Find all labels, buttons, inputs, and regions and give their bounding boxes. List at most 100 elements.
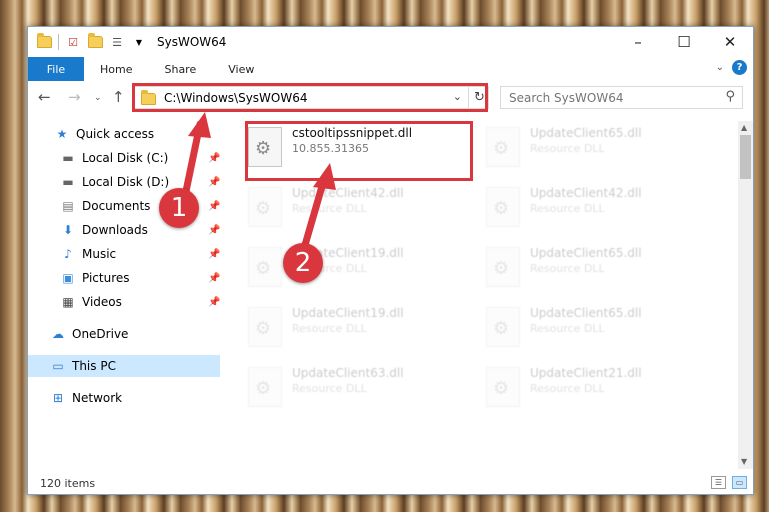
file-info: UpdateClient63.dll Resource DLL bbox=[292, 365, 404, 397]
vertical-scrollbar[interactable]: ▲ ▼ bbox=[738, 121, 753, 469]
file-type: Resource DLL bbox=[292, 382, 367, 395]
sidebar-item-label: This PC bbox=[72, 359, 116, 373]
help-icon[interactable]: ? bbox=[732, 60, 747, 75]
file-tile[interactable]: UpdateClient19.dll Resource DLL bbox=[248, 303, 478, 353]
sidebar-item-label: Network bbox=[72, 391, 123, 405]
file-type: Resource DLL bbox=[530, 262, 605, 275]
dll-file-icon bbox=[486, 127, 520, 167]
title-bar: ☑ ☰ ▼ SysWOW64 – ☐ ✕ bbox=[28, 27, 753, 57]
scroll-down-icon[interactable]: ▼ bbox=[741, 457, 747, 466]
minimize-button[interactable]: – bbox=[615, 27, 661, 57]
network-icon: ⊞ bbox=[52, 391, 64, 405]
chevron-down-icon[interactable]: ▼ bbox=[131, 34, 147, 50]
sidebar-item-label: Documents bbox=[82, 199, 151, 213]
close-button[interactable]: ✕ bbox=[707, 27, 753, 57]
sidebar-item-local-disk-d[interactable]: ▬ Local Disk (D:) 📌 bbox=[28, 171, 220, 193]
file-info: UpdateClient21.dll Resource DLL bbox=[530, 365, 642, 397]
pictures-icon: ▣ bbox=[62, 271, 74, 285]
sidebar-item-label: Pictures bbox=[82, 271, 130, 285]
sidebar-item-local-disk-c[interactable]: ▬ Local Disk (C:) 📌 bbox=[28, 147, 220, 169]
sidebar-item-label: OneDrive bbox=[72, 327, 129, 341]
sidebar-item-label: Videos bbox=[82, 295, 122, 309]
dll-file-icon bbox=[248, 307, 282, 347]
forward-arrow-icon[interactable]: → bbox=[68, 88, 81, 106]
properties-icon[interactable]: ☑ bbox=[65, 34, 81, 50]
file-tile[interactable]: UpdateClient65.dll Resource DLL bbox=[486, 303, 716, 353]
folder-icon bbox=[36, 33, 52, 50]
pin-icon[interactable]: 📌 bbox=[208, 177, 220, 188]
file-tile[interactable]: UpdateClient63.dll Resource DLL bbox=[248, 363, 478, 413]
tab-home[interactable]: Home bbox=[84, 57, 148, 81]
file-name: UpdateClient65.dll bbox=[530, 126, 642, 140]
search-box[interactable]: ⚲ bbox=[500, 86, 743, 109]
sidebar-item-label: Local Disk (C:) bbox=[82, 151, 169, 165]
file-name: UpdateClient19.dll bbox=[292, 306, 404, 320]
file-name: UpdateClient65.dll bbox=[530, 306, 642, 320]
file-info: UpdateClient65.dll Resource DLL bbox=[530, 245, 642, 277]
sidebar-item-network[interactable]: ⊞ Network bbox=[28, 387, 220, 409]
file-tile[interactable]: UpdateClient19.dll Resource DLL bbox=[248, 243, 478, 293]
file-type: Resource DLL bbox=[530, 202, 605, 215]
file-tile[interactable]: UpdateClient21.dll Resource DLL bbox=[486, 363, 716, 413]
file-type: Resource DLL bbox=[292, 322, 367, 335]
callout-1: 1 bbox=[159, 188, 199, 228]
new-folder-icon[interactable] bbox=[87, 33, 103, 50]
window-title: SysWOW64 bbox=[157, 35, 227, 49]
sidebar-item-videos[interactable]: ▦ Videos 📌 bbox=[28, 291, 220, 313]
dll-file-icon bbox=[248, 187, 282, 227]
details-view-icon[interactable]: ☰ bbox=[711, 476, 726, 489]
file-name: UpdateClient42.dll bbox=[530, 186, 642, 200]
scrollbar-thumb[interactable] bbox=[740, 135, 751, 179]
pin-icon[interactable]: 📌 bbox=[208, 201, 220, 212]
file-name: UpdateClient21.dll bbox=[530, 366, 642, 380]
file-tile[interactable]: UpdateClient42.dll Resource DLL bbox=[248, 183, 478, 233]
file-tile[interactable]: UpdateClient65.dll Resource DLL bbox=[486, 243, 716, 293]
dll-file-icon bbox=[486, 247, 520, 287]
up-arrow-icon[interactable]: ↑ bbox=[112, 88, 125, 106]
pin-icon[interactable]: 📌 bbox=[208, 273, 220, 284]
dll-file-icon bbox=[486, 307, 520, 347]
music-icon: ♪ bbox=[64, 247, 72, 261]
file-tile[interactable]: UpdateClient42.dll Resource DLL bbox=[486, 183, 716, 233]
dll-file-icon bbox=[248, 367, 282, 407]
dll-file-icon bbox=[486, 187, 520, 227]
sidebar-item-quick-access[interactable]: ★ Quick access bbox=[28, 123, 220, 145]
sidebar-item-label: Quick access bbox=[76, 127, 155, 141]
separator bbox=[58, 34, 59, 50]
pin-icon[interactable]: 📌 bbox=[208, 225, 220, 236]
address-highlight-box bbox=[132, 83, 488, 112]
sidebar-item-music[interactable]: ♪ Music 📌 bbox=[28, 243, 220, 265]
sidebar-item-onedrive[interactable]: ☁ OneDrive bbox=[28, 323, 220, 345]
star-icon: ★ bbox=[56, 127, 68, 141]
tab-file[interactable]: File bbox=[28, 57, 84, 81]
tiles-view-icon[interactable]: ▭ bbox=[732, 476, 747, 489]
pin-icon[interactable]: 📌 bbox=[208, 297, 220, 308]
search-input[interactable] bbox=[509, 90, 719, 105]
status-bar: 120 items ☰ ▭ bbox=[28, 472, 753, 494]
tab-share[interactable]: Share bbox=[148, 57, 212, 81]
sidebar-item-this-pc[interactable]: ▭ This PC bbox=[28, 355, 220, 377]
file-highlight-box bbox=[245, 121, 473, 181]
maximize-button[interactable]: ☐ bbox=[661, 27, 707, 57]
recent-locations-icon[interactable]: ⌄ bbox=[94, 93, 102, 103]
monitor-icon: ▭ bbox=[52, 359, 64, 373]
window-controls: – ☐ ✕ bbox=[615, 27, 753, 57]
expand-ribbon-icon[interactable]: ⌄ bbox=[716, 62, 724, 73]
quick-access-toolbar: ☑ ☰ ▼ bbox=[36, 33, 147, 50]
file-tile[interactable]: UpdateClient65.dll Resource DLL bbox=[486, 123, 716, 173]
ribbon-right: ⌄ ? bbox=[716, 60, 747, 75]
sidebar-item-pictures[interactable]: ▣ Pictures 📌 bbox=[28, 267, 220, 289]
ribbon-tabs: File Home Share View ⌄ ? bbox=[28, 57, 753, 81]
dll-file-icon bbox=[486, 367, 520, 407]
scroll-up-icon[interactable]: ▲ bbox=[741, 123, 747, 132]
download-icon: ⬇ bbox=[62, 223, 74, 237]
search-icon[interactable]: ⚲ bbox=[725, 89, 735, 104]
back-arrow-icon[interactable]: ← bbox=[38, 88, 51, 106]
tab-view[interactable]: View bbox=[212, 57, 270, 81]
file-name: UpdateClient63.dll bbox=[292, 366, 404, 380]
pin-icon[interactable]: 📌 bbox=[208, 249, 220, 260]
file-info: UpdateClient19.dll Resource DLL bbox=[292, 305, 404, 337]
customize-toolbar-icon[interactable]: ☰ bbox=[109, 34, 125, 50]
pin-icon[interactable]: 📌 bbox=[208, 153, 220, 164]
navigation-pane: ★ Quick access ▬ Local Disk (C:) 📌 ▬ Loc… bbox=[28, 121, 220, 471]
